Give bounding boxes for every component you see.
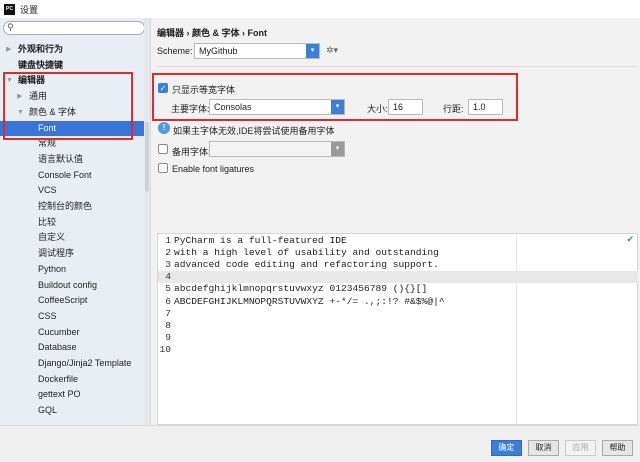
sidebar-item-label: Python — [38, 263, 67, 274]
chevron-down-icon: ▾ — [331, 142, 344, 156]
cancel-button[interactable]: 取消 — [528, 440, 559, 456]
code-line: 4 — [158, 271, 638, 284]
fallback-font-checkbox[interactable] — [158, 144, 168, 154]
sidebar-item[interactable]: ▶ 外观和行为 — [0, 42, 144, 58]
sidebar-item[interactable]: CoffeeScript — [0, 293, 144, 309]
sidebar-item[interactable]: 调试程序 — [0, 246, 144, 262]
sidebar-item-label: GQL — [38, 405, 58, 416]
divider — [157, 66, 637, 67]
dialog-button-bar: 确定 取消 应用 帮助 — [0, 425, 640, 462]
line-number: 10 — [159, 343, 171, 355]
sidebar-item[interactable]: 比较 — [0, 215, 144, 231]
sidebar-item-label: 外观和行为 — [18, 44, 64, 54]
ligatures-checkbox[interactable] — [158, 163, 168, 173]
code-line: 8 — [158, 320, 638, 332]
sidebar-item[interactable]: VCS — [0, 183, 144, 199]
sidebar-item-label: VCS — [38, 185, 57, 196]
window-title: 设置 — [20, 4, 39, 15]
sidebar-item[interactable]: Database — [0, 340, 144, 356]
line-number: 6 — [165, 295, 171, 307]
scheme-label: Scheme: — [157, 46, 193, 56]
apply-button[interactable]: 应用 — [565, 440, 596, 456]
sidebar-item-label: Buildout config — [38, 279, 98, 290]
fallback-font-select[interactable]: ▾ — [209, 141, 345, 157]
sidebar-item[interactable]: Dockerfile — [0, 372, 144, 388]
line-number: 5 — [165, 283, 171, 295]
sidebar-item[interactable]: Console Font — [0, 168, 144, 184]
code-text: PyCharm is a full-featured IDE — [174, 235, 347, 246]
code-text: with a high level of usability and outst… — [174, 247, 439, 259]
help-button[interactable]: 帮助 — [602, 440, 633, 456]
sidebar-item[interactable]: 自定义 — [0, 230, 144, 246]
code-text: abcdefghijklmnopqrstuvwxyz 0123456789 ()… — [174, 283, 428, 295]
sidebar-item-label: Database — [38, 342, 77, 353]
scheme-value: MyGithub — [199, 46, 238, 56]
line-number: 8 — [165, 319, 171, 331]
sidebar-item[interactable]: Buildout config — [0, 278, 144, 294]
sidebar-item-label: CSS — [38, 310, 57, 321]
sidebar-item-label: 比较 — [38, 216, 57, 227]
gear-icon[interactable]: ✲▾ — [326, 45, 338, 56]
info-icon: ! — [158, 122, 170, 134]
fallback-font-label: 备用字体: — [172, 147, 211, 157]
highlight-box-sidebar — [3, 72, 133, 140]
sidebar-item-label: 自定义 — [38, 232, 66, 243]
search-input[interactable]: ⚲ — [3, 21, 145, 35]
line-number: 4 — [165, 271, 171, 283]
scheme-select[interactable]: MyGithub ▾ — [194, 43, 320, 59]
line-number: 7 — [165, 307, 171, 319]
sidebar-item[interactable]: 语言默认值 — [0, 152, 144, 168]
pycharm-logo-icon: PC — [4, 3, 15, 15]
code-line: 7 — [158, 308, 638, 320]
code-text: advanced code editing and refactoring su… — [174, 259, 439, 271]
sidebar-item-label: 调试程序 — [38, 248, 75, 259]
code-line: 10 — [158, 344, 638, 356]
expand-arrow-icon[interactable]: ▶ — [6, 42, 11, 58]
line-number: 1 — [165, 235, 171, 246]
code-line: 5 abcdefghijklmnopqrstuvwxyz 0123456789 (… — [158, 283, 638, 295]
ok-button[interactable]: 确定 — [491, 440, 522, 456]
code-line: 6 ABCDEFGHIJKLMNOPQRSTUVWXYZ +-*/= .,;:!?… — [158, 296, 638, 308]
sidebar-item[interactable]: Django/Jinja2 Template — [0, 356, 144, 372]
sidebar-item-label: 语言默认值 — [38, 153, 84, 164]
sidebar-item-label: CoffeeScript — [38, 295, 88, 306]
breadcrumb: 编辑器 › 颜色 & 字体 › Font — [157, 28, 267, 38]
sidebar-item[interactable]: GQL — [0, 403, 144, 419]
code-line: 3 advanced code editing and refactoring s… — [158, 259, 638, 271]
sidebar-scrollbar[interactable] — [144, 18, 150, 425]
sidebar-scrollbar-thumb[interactable] — [145, 122, 149, 192]
sidebar-item[interactable]: 控制台的颜色 — [0, 199, 144, 215]
info-text: 如果主字体无效,IDE将尝试使用备用字体 — [173, 126, 335, 136]
sidebar-item-label: Console Font — [38, 169, 92, 180]
code-line: 1 PyCharm is a full-featured IDE — [158, 235, 638, 247]
chevron-down-icon: ▾ — [306, 44, 319, 58]
sidebar-item-label: Django/Jinja2 Template — [38, 358, 132, 368]
highlight-box-font — [152, 73, 518, 121]
sidebar-item[interactable]: gettext PO — [0, 387, 144, 403]
check-ok-icon: ✔ — [626, 234, 634, 244]
sidebar-item-label: 控制台的颜色 — [38, 201, 93, 211]
line-number: 3 — [165, 259, 171, 271]
font-preview-editor[interactable]: 1 PyCharm is a full-featured IDE 2 with a h… — [157, 233, 638, 425]
sidebar-item[interactable]: CSS — [0, 309, 144, 325]
sidebar-item-label: gettext PO — [38, 389, 81, 400]
ligatures-label: Enable font ligatures — [172, 164, 255, 174]
line-number: 2 — [165, 247, 171, 259]
line-number: 9 — [165, 331, 171, 343]
sidebar-item-label: Cucumber — [38, 326, 80, 337]
sidebar-item[interactable]: Cucumber — [0, 325, 144, 341]
search-icon: ⚲ — [7, 22, 14, 32]
code-line: 9 — [158, 332, 638, 344]
sidebar-item-label: Dockerfile — [38, 373, 79, 384]
code-line: 2 with a high level of usability and outs… — [158, 247, 638, 259]
sidebar-item[interactable]: Python — [0, 262, 144, 278]
title-bar: PC 设置 — [0, 0, 640, 18]
code-text: ABCDEFGHIJKLMNOPQRSTUVWXYZ +-*/= .,;:!? … — [174, 295, 445, 307]
